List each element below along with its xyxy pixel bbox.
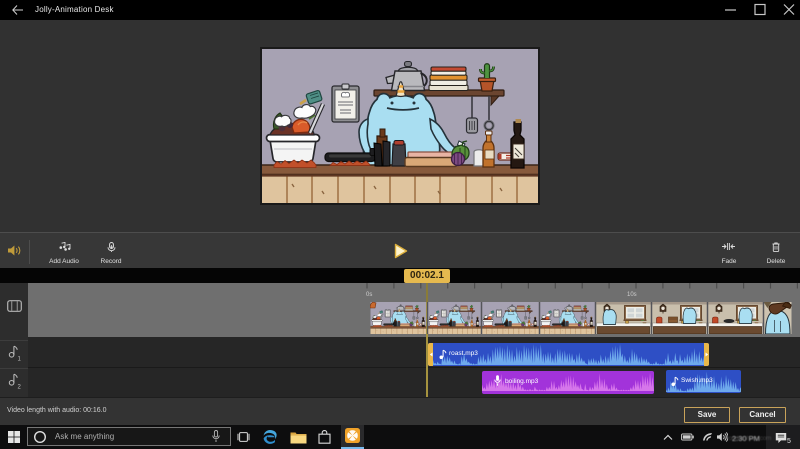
svg-text:2: 2	[18, 385, 22, 390]
svg-text:1: 1	[18, 357, 22, 362]
